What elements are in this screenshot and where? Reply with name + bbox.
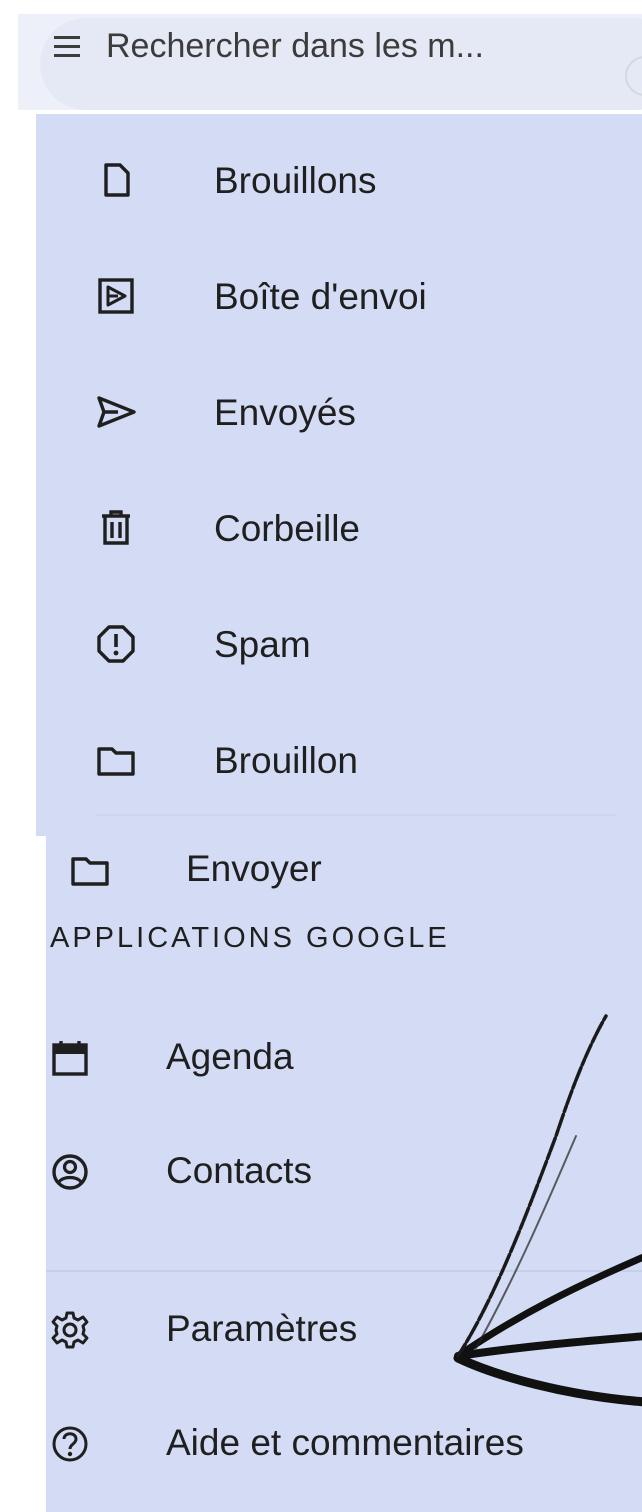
send-icon: [97, 396, 136, 428]
drawer-item-outbox[interactable]: Boîte d'envoi: [36, 254, 642, 344]
drawer-item-settings[interactable]: Paramètres: [46, 1286, 642, 1376]
drawer-item-label: Envoyés: [214, 392, 356, 433]
menu-icon[interactable]: [54, 34, 88, 60]
navigation-drawer-apps: Envoyer APPLICATIONS GOOGLE Agenda Conta…: [46, 836, 642, 1512]
folder-icon: [97, 747, 135, 776]
help-icon: [52, 1426, 88, 1462]
drawer-item-label: Contacts: [166, 1150, 313, 1191]
section-header-google-apps: APPLICATIONS GOOGLE: [50, 922, 450, 954]
drawer-item-label: Brouillon: [214, 740, 358, 781]
drawer-item-label: Brouillons: [214, 160, 377, 201]
drawer-item-calendar[interactable]: Agenda: [46, 1014, 642, 1104]
gear-icon: [51, 1311, 89, 1349]
drawer-item-contacts[interactable]: Contacts: [46, 1128, 642, 1218]
drawer-item-label: Paramètres: [166, 1308, 358, 1349]
drawer-item-label-brouillon[interactable]: Brouillon: [36, 718, 642, 808]
drawer-item-label-envoyer[interactable]: Envoyer: [66, 836, 642, 916]
trash-icon: [102, 510, 130, 545]
spam-icon: [97, 625, 135, 663]
drawer-item-label: Boîte d'envoi: [214, 276, 427, 317]
draft-icon: [104, 163, 130, 197]
navigation-drawer-folders: Brouillons Boîte d'envoi Envoyés Corbeil…: [36, 114, 642, 836]
drawer-divider: [46, 1270, 642, 1272]
drawer-item-spam[interactable]: Spam: [36, 602, 642, 692]
drawer-item-label: Agenda: [166, 1036, 294, 1077]
search-input[interactable]: [106, 24, 566, 68]
drawer-item-trash[interactable]: Corbeille: [36, 486, 642, 576]
contacts-icon: [52, 1154, 88, 1190]
folder-icon: [71, 857, 109, 886]
drawer-item-drafts[interactable]: Brouillons: [36, 138, 642, 228]
drawer-item-sent[interactable]: Envoyés: [36, 370, 642, 460]
outbox-icon: [98, 278, 134, 314]
drawer-item-label: Corbeille: [214, 508, 361, 549]
calendar-icon: [52, 1041, 88, 1076]
drawer-item-help[interactable]: Aide et commentaires: [46, 1400, 642, 1490]
drawer-item-label: Aide et commentaires: [166, 1422, 524, 1463]
drawer-item-label: Envoyer: [186, 848, 322, 889]
drawer-item-label: Spam: [214, 624, 311, 665]
panel-gap: [30, 836, 46, 876]
drawer-divider: [96, 814, 616, 816]
gmail-drawer-screenshot: Brouillons Boîte d'envoi Envoyés Corbeil…: [0, 0, 642, 1512]
